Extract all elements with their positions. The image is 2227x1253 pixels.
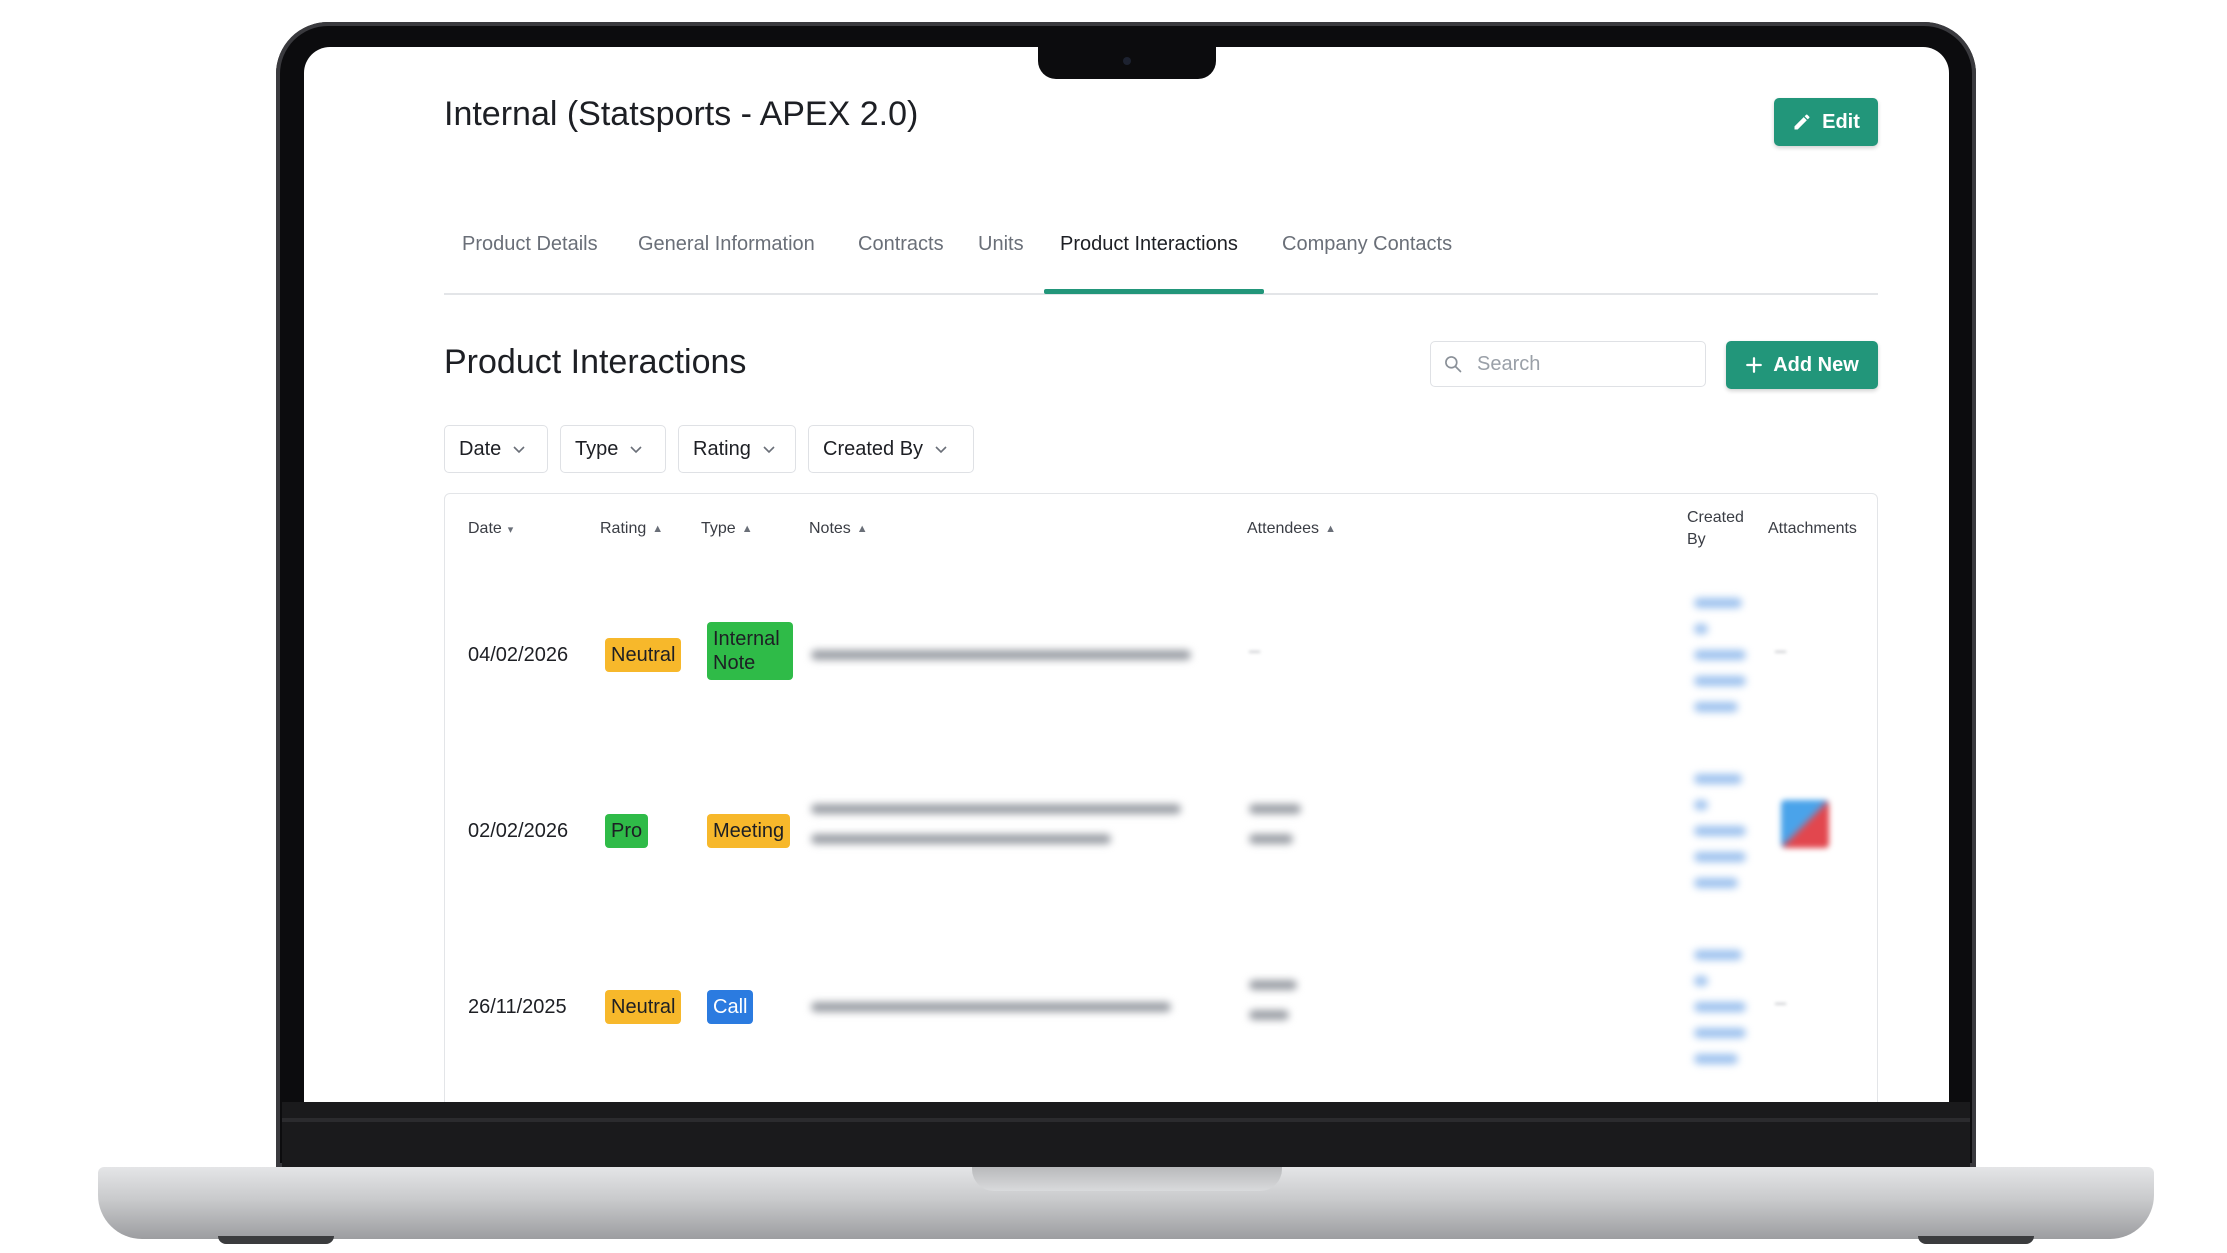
sort-desc-icon: ▾ [507,523,514,536]
created-by-redacted[interactable] [1692,770,1750,896]
search-input[interactable] [1475,351,1679,377]
column-header-rating[interactable]: Rating ▲︎ [600,520,663,538]
created-by-redacted[interactable] [1692,594,1750,720]
sort-icon: ▲︎ [856,523,868,535]
column-header-notes[interactable]: Notes ▲︎ [809,520,868,538]
attachments-empty: – [1775,992,1787,1014]
column-header-type[interactable]: Type ▲︎ [701,520,753,538]
column-header-attendees-label: Attendees [1247,520,1320,537]
attendees-redacted [1249,794,1309,858]
column-header-by-label: By [1687,531,1706,548]
row-date: 02/02/2026 [468,820,569,842]
column-header-attendees[interactable]: Attendees ▲︎ [1247,520,1336,538]
tab-units[interactable]: Units [978,195,1024,293]
type-badge: Meeting [707,814,791,848]
type-badge: Call [707,990,754,1024]
rating-badge: Neutral [605,638,682,672]
chevron-down-icon [935,446,947,454]
laptop-hinge [282,1118,1970,1122]
camera-icon [1123,57,1131,65]
add-new-button[interactable]: Add New [1726,341,1878,389]
laptop-foot-right [1918,1236,2034,1244]
chevron-down-icon [763,446,775,454]
column-header-date[interactable]: Date ▾ [468,520,513,538]
type-badge: Internal Note [707,622,793,680]
attendees-redacted [1249,970,1309,1034]
column-header-attachments-label: Attachments [1768,520,1857,537]
tab-product-interactions[interactable]: Product Interactions [1060,195,1238,293]
chevron-down-icon [513,446,525,454]
filter-date[interactable]: Date [444,425,548,473]
add-new-label: Add New [1773,353,1859,376]
notes-redacted [811,640,1201,670]
created-by-redacted[interactable] [1692,946,1750,1072]
column-header-rating-label: Rating [600,520,647,537]
column-header-type-label: Type [701,520,736,537]
filter-type[interactable]: Type [560,425,666,473]
filter-type-label: Type [575,437,619,460]
filter-date-label: Date [459,437,502,460]
sort-icon: ▲︎ [741,523,753,535]
tab-product-details[interactable]: Product Details [462,195,598,293]
page-title: Internal (Statsports - APEX 2.0) [444,95,919,133]
tab-bar: Product Details General Information Cont… [444,195,1878,295]
notes-redacted [811,992,1201,1022]
column-header-date-label: Date [468,520,502,537]
type-badge-line-2: Note [713,652,756,674]
active-tab-indicator [1044,289,1264,294]
tab-contracts[interactable]: Contracts [858,195,944,293]
row-date: 26/11/2025 [468,996,567,1018]
edit-button-label: Edit [1822,110,1860,133]
attendees-empty: – [1249,640,1261,662]
edit-button[interactable]: Edit [1774,98,1878,146]
filter-created-by-label: Created By [823,437,924,460]
row-date: 04/02/2026 [468,644,569,666]
app-screen: Internal (Statsports - APEX 2.0) Edit Pr… [304,47,1949,1102]
filter-created-by[interactable]: Created By [808,425,974,473]
interactions-table: Date ▾ Rating ▲︎ Type ▲︎ Notes ▲︎ Attend… [444,493,1878,1102]
laptop-foot-left [218,1236,334,1244]
column-header-created-by[interactable]: Created By [1687,508,1744,550]
laptop-opening-notch [972,1167,1282,1191]
plus-icon [1746,357,1763,373]
section-title: Product Interactions [444,343,747,381]
filter-rating[interactable]: Rating [678,425,796,473]
camera-notch [1038,47,1216,79]
filter-rating-label: Rating [693,437,751,460]
notes-redacted [811,794,1201,858]
rating-badge: Pro [605,814,649,848]
tab-general-information[interactable]: General Information [638,195,815,293]
chevron-down-icon [630,446,642,454]
column-header-notes-label: Notes [809,520,851,537]
attachments-empty: – [1775,640,1787,662]
attachment-thumbnail-icon[interactable] [1781,800,1829,848]
search-box[interactable] [1430,341,1706,387]
tab-company-contacts[interactable]: Company Contacts [1282,195,1452,293]
search-icon [1445,356,1462,373]
sort-icon: ▲︎ [1325,523,1336,535]
laptop-chin [282,1102,1970,1167]
rating-badge: Neutral [605,990,682,1024]
column-header-created-label: Created [1687,509,1744,526]
sort-icon: ▲︎ [652,523,664,535]
column-header-attachments[interactable]: Attachments [1768,520,1857,538]
pencil-icon [1794,114,1810,130]
type-badge-line-1: Internal [713,628,780,650]
